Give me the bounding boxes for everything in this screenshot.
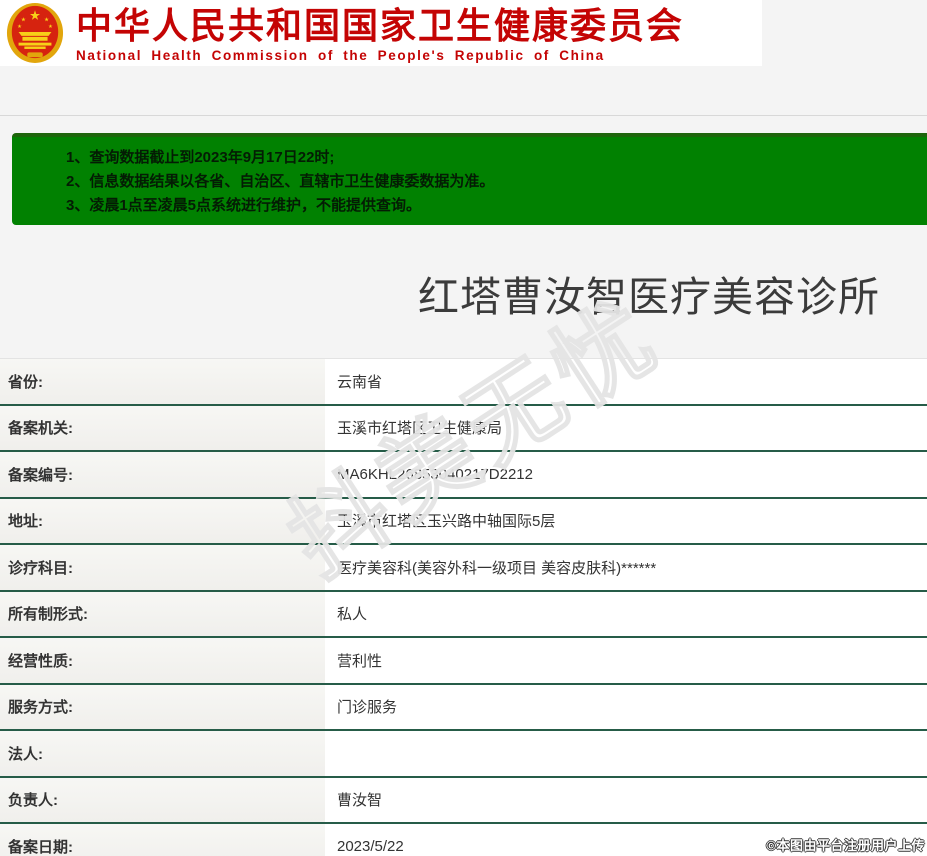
site-title-chinese: 中华人民共和国国家卫生健康委员会 — [76, 5, 685, 46]
field-value: 门诊服务 — [325, 684, 927, 729]
china-national-emblem-icon — [6, 3, 64, 63]
field-label: 省份: — [0, 359, 325, 404]
field-value: 医疗美容科(美容外科一级项目 美容皮肤科)****** — [325, 545, 927, 590]
field-label: 法人: — [0, 731, 325, 776]
site-title-english: National Health Commission of the People… — [76, 48, 605, 63]
field-label: 服务方式: — [0, 684, 325, 729]
notice-line-3: 3、凌晨1点至凌晨5点系统进行维护，不能提供查询。 — [66, 197, 422, 214]
record-row: 服务方式: 门诊服务 — [0, 684, 927, 731]
header-divider — [0, 115, 927, 116]
field-label: 所有制形式: — [0, 591, 325, 636]
field-value: MA6KHL26853040217D2212 — [325, 452, 927, 497]
field-value — [325, 731, 927, 776]
record-row: 诊疗科目: 医疗美容科(美容外科一级项目 美容皮肤科)****** — [0, 545, 927, 592]
field-value: 玉溪市红塔区卫生健康局 — [325, 405, 927, 450]
notice-line-1: 1、查询数据截止到2023年9月17日22时; — [66, 149, 335, 166]
record-row: 所有制形式: 私人 — [0, 591, 927, 638]
field-label: 地址: — [0, 498, 325, 543]
field-label: 经营性质: — [0, 638, 325, 683]
upload-credit-watermark: ©本图由平台注册用户上传 — [766, 838, 925, 853]
field-value: 私人 — [325, 591, 927, 636]
field-label: 备案日期: — [0, 824, 325, 856]
field-value: 曹汝智 — [325, 777, 927, 822]
record-row: 经营性质: 营利性 — [0, 638, 927, 685]
record-row: 备案编号: MA6KHL26853040217D2212 — [0, 452, 927, 499]
record-row: 地址: 玉溪市红塔区玉兴路中轴国际5层 — [0, 498, 927, 545]
header-bar: 中华人民共和国国家卫生健康委员会 National Health Commiss… — [0, 0, 762, 66]
field-label: 负责人: — [0, 777, 325, 822]
notice-box: 1、查询数据截止到2023年9月17日22时; 2、信息数据结果以各省、自治区、… — [12, 133, 927, 225]
record-row: 省份: 云南省 — [0, 359, 927, 406]
header-titles: 中华人民共和国国家卫生健康委员会 National Health Commiss… — [76, 5, 685, 64]
record-row: 法人: — [0, 731, 927, 778]
institution-name-title: 红塔曹汝智医疗美容诊所 — [418, 274, 880, 320]
record-table: 省份: 云南省 备案机关: 玉溪市红塔区卫生健康局 备案编号: MA6KHL26… — [0, 358, 927, 856]
field-value: 云南省 — [325, 359, 927, 404]
field-label: 备案编号: — [0, 452, 325, 497]
notice-line-2: 2、信息数据结果以各省、自治区、直辖市卫生健康委数据为准。 — [66, 173, 495, 190]
field-label: 备案机关: — [0, 405, 325, 450]
field-label: 诊疗科目: — [0, 545, 325, 590]
record-row: 负责人: 曹汝智 — [0, 777, 927, 824]
record-row: 备案机关: 玉溪市红塔区卫生健康局 — [0, 405, 927, 452]
field-value: 玉溪市红塔区玉兴路中轴国际5层 — [325, 498, 927, 543]
field-value: 营利性 — [325, 638, 927, 683]
